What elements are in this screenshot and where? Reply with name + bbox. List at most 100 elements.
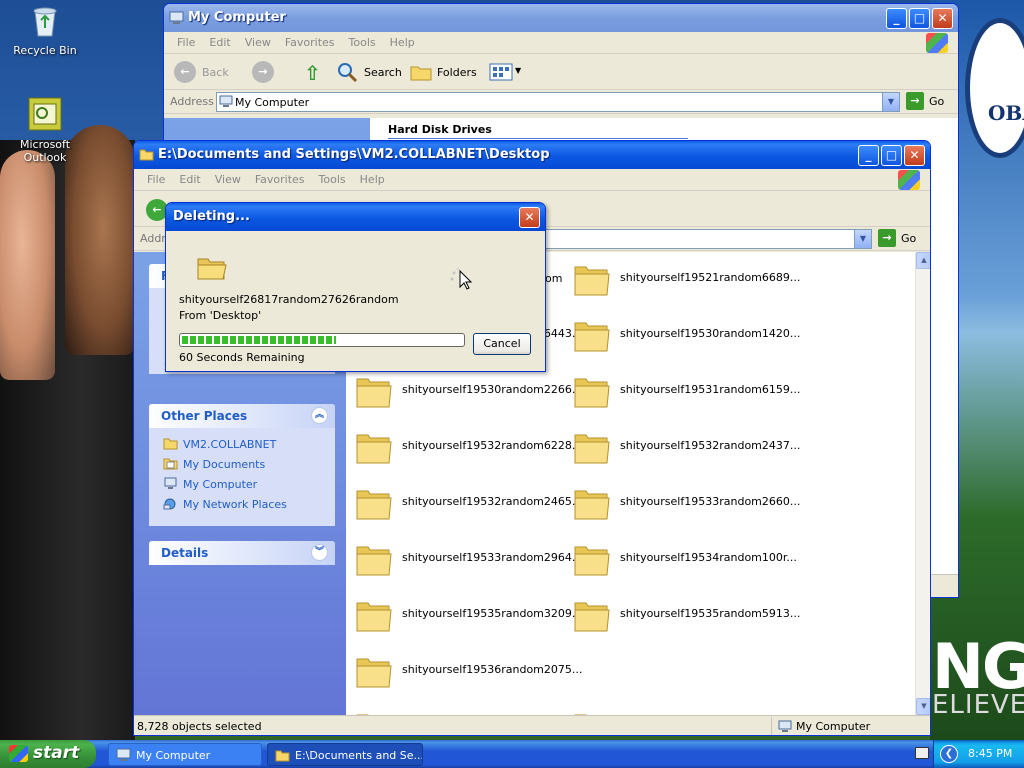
file-item[interactable]: shityourself19533random2964...	[356, 538, 583, 582]
vertical-scrollbar[interactable]: ▲ ▼	[915, 252, 930, 715]
expand-chevron-icon[interactable]: ︾	[311, 544, 328, 561]
show-hidden-icons-icon[interactable]: ❮	[940, 745, 958, 763]
forward-button[interactable]: →	[252, 61, 274, 83]
file-item[interactable]: shityourself19530random1420...	[574, 314, 801, 358]
search-button[interactable]: Search	[336, 61, 402, 85]
desktop-icon-outlook[interactable]: Microsoft Outlook	[0, 96, 90, 164]
details-title: Details	[161, 546, 209, 560]
delete-dialog[interactable]: Deleting... ✕ shityourself26817random276…	[165, 202, 546, 372]
menu-tools[interactable]: Tools	[312, 173, 353, 186]
file-name: shityourself19530random1420...	[620, 327, 801, 340]
file-item[interactable]: shityourself19536random2075...	[356, 650, 583, 694]
wallpaper-tagline: ELIEVE	[932, 690, 1024, 720]
views-button[interactable]: ▼	[489, 62, 523, 84]
close-button[interactable]: ✕	[932, 8, 953, 29]
other-place-label: My Documents	[183, 458, 266, 471]
address-input[interactable]: My Computer ▼	[216, 92, 900, 112]
menu-edit[interactable]: Edit	[172, 173, 207, 186]
other-place-my-computer[interactable]: My Computer	[149, 474, 335, 494]
file-name: shityourself19533random2964...	[402, 551, 583, 564]
file-item[interactable]	[574, 706, 792, 715]
dialog-titlebar[interactable]: Deleting... ✕	[166, 203, 545, 231]
file-item[interactable]: shityourself19533random2660...	[574, 482, 801, 526]
collapse-chevron-icon[interactable]: ︽	[311, 407, 328, 424]
taskbar-task-label: My Computer	[136, 749, 211, 762]
taskbar-task-label: E:\Documents and Se...	[295, 749, 423, 762]
maximize-button[interactable]: □	[881, 145, 902, 166]
file-item[interactable]: shityourself19530random2266...	[356, 370, 583, 414]
go-button[interactable]: → Go	[906, 92, 948, 112]
section-heading: Hard Disk Drives	[388, 123, 688, 139]
folder-icon	[163, 438, 178, 450]
folder-icon	[574, 602, 610, 632]
folder-icon	[139, 149, 154, 161]
menu-favorites[interactable]: Favorites	[278, 36, 342, 49]
go-button[interactable]: → Go	[878, 229, 920, 249]
file-item[interactable]: shityourself19531random6159...	[574, 370, 801, 414]
taskbar-button-desktop[interactable]: E:\Documents and Se...	[267, 743, 423, 766]
folder-icon	[356, 602, 392, 632]
recycle-bin-icon	[33, 7, 57, 37]
file-item[interactable]: shityourself19521random6689...	[574, 258, 801, 302]
desktop-titlebar[interactable]: E:\Documents and Settings\VM2.COLLABNET\…	[134, 141, 930, 169]
desktop-icon-recycle-bin[interactable]: Recycle Bin	[0, 2, 90, 57]
my-documents-icon	[163, 458, 178, 470]
clock[interactable]: 8:45 PM	[968, 747, 1012, 760]
file-item[interactable]: shityourself19532random2465...	[356, 482, 583, 526]
other-place-my-documents[interactable]: My Documents	[149, 454, 335, 474]
close-button[interactable]: ✕	[904, 145, 925, 166]
close-button[interactable]: ✕	[519, 207, 540, 228]
details-header[interactable]: Details ︾	[149, 541, 335, 565]
scroll-down-icon[interactable]: ▼	[916, 698, 930, 715]
file-item[interactable]: shityourself19535random3209...	[356, 594, 583, 638]
menu-file[interactable]: File	[170, 36, 202, 49]
folder-icon	[356, 546, 392, 576]
file-name: shityourself19536random2075...	[402, 663, 583, 676]
taskbar-button-my-computer[interactable]: My Computer	[108, 743, 262, 766]
menu-view[interactable]: View	[208, 173, 248, 186]
menu-favorites[interactable]: Favorites	[248, 173, 312, 186]
folders-label: Folders	[437, 66, 477, 79]
start-button[interactable]: start	[0, 740, 96, 768]
scroll-up-icon[interactable]: ▲	[916, 252, 930, 269]
keyboard-icon[interactable]	[915, 747, 929, 759]
menu-view[interactable]: View	[238, 36, 278, 49]
address-dropdown-icon[interactable]: ▼	[882, 93, 899, 111]
menu-help[interactable]: Help	[383, 36, 422, 49]
menu-file[interactable]: File	[140, 173, 172, 186]
maximize-button[interactable]: □	[909, 8, 930, 29]
up-folder-icon[interactable]: ⇧	[304, 61, 324, 85]
menu-edit[interactable]: Edit	[202, 36, 237, 49]
file-item[interactable]	[356, 706, 574, 715]
other-place-network-places[interactable]: My Network Places	[149, 494, 335, 514]
folder-icon	[574, 322, 610, 352]
other-place-label: VM2.COLLABNET	[183, 438, 277, 451]
address-dropdown-icon[interactable]: ▼	[854, 230, 871, 248]
windows-flag-icon	[9, 745, 28, 762]
file-item[interactable]: shityourself19535random5913...	[574, 594, 801, 638]
go-arrow-icon: →	[906, 92, 924, 110]
computer-icon	[116, 748, 131, 761]
other-place-vm2-collabnet[interactable]: VM2.COLLABNET	[149, 434, 335, 454]
file-name: shityourself19534random100r...	[620, 551, 797, 564]
system-tray: ❮ 8:45 PM	[915, 740, 1024, 768]
menu-help[interactable]: Help	[353, 173, 392, 186]
mycomputer-titlebar[interactable]: My Computer _ □ ✕	[164, 4, 958, 32]
menu-tools[interactable]: Tools	[342, 36, 383, 49]
file-item[interactable]: shityourself19532random6228...	[356, 426, 583, 470]
address-label: Address	[170, 95, 214, 108]
search-icon	[338, 63, 358, 83]
minimize-button[interactable]: _	[886, 8, 907, 29]
file-item[interactable]: shityourself19532random2437...	[574, 426, 801, 470]
cancel-button[interactable]: Cancel	[473, 333, 531, 355]
statusbar: 8,728 objects selected My Computer	[134, 715, 930, 735]
folder-icon	[356, 658, 392, 688]
other-places-header[interactable]: Other Places ︽	[149, 404, 335, 428]
menu-bar: File Edit View Favorites Tools Help	[134, 169, 930, 191]
desktop-icon-label: Recycle Bin	[13, 44, 77, 57]
status-location: My Computer	[796, 720, 871, 733]
back-button[interactable]: ← Back	[174, 61, 234, 85]
folders-button[interactable]: Folders	[410, 61, 477, 85]
minimize-button[interactable]: _	[858, 145, 879, 166]
file-item[interactable]: shityourself19534random100r...	[574, 538, 797, 582]
